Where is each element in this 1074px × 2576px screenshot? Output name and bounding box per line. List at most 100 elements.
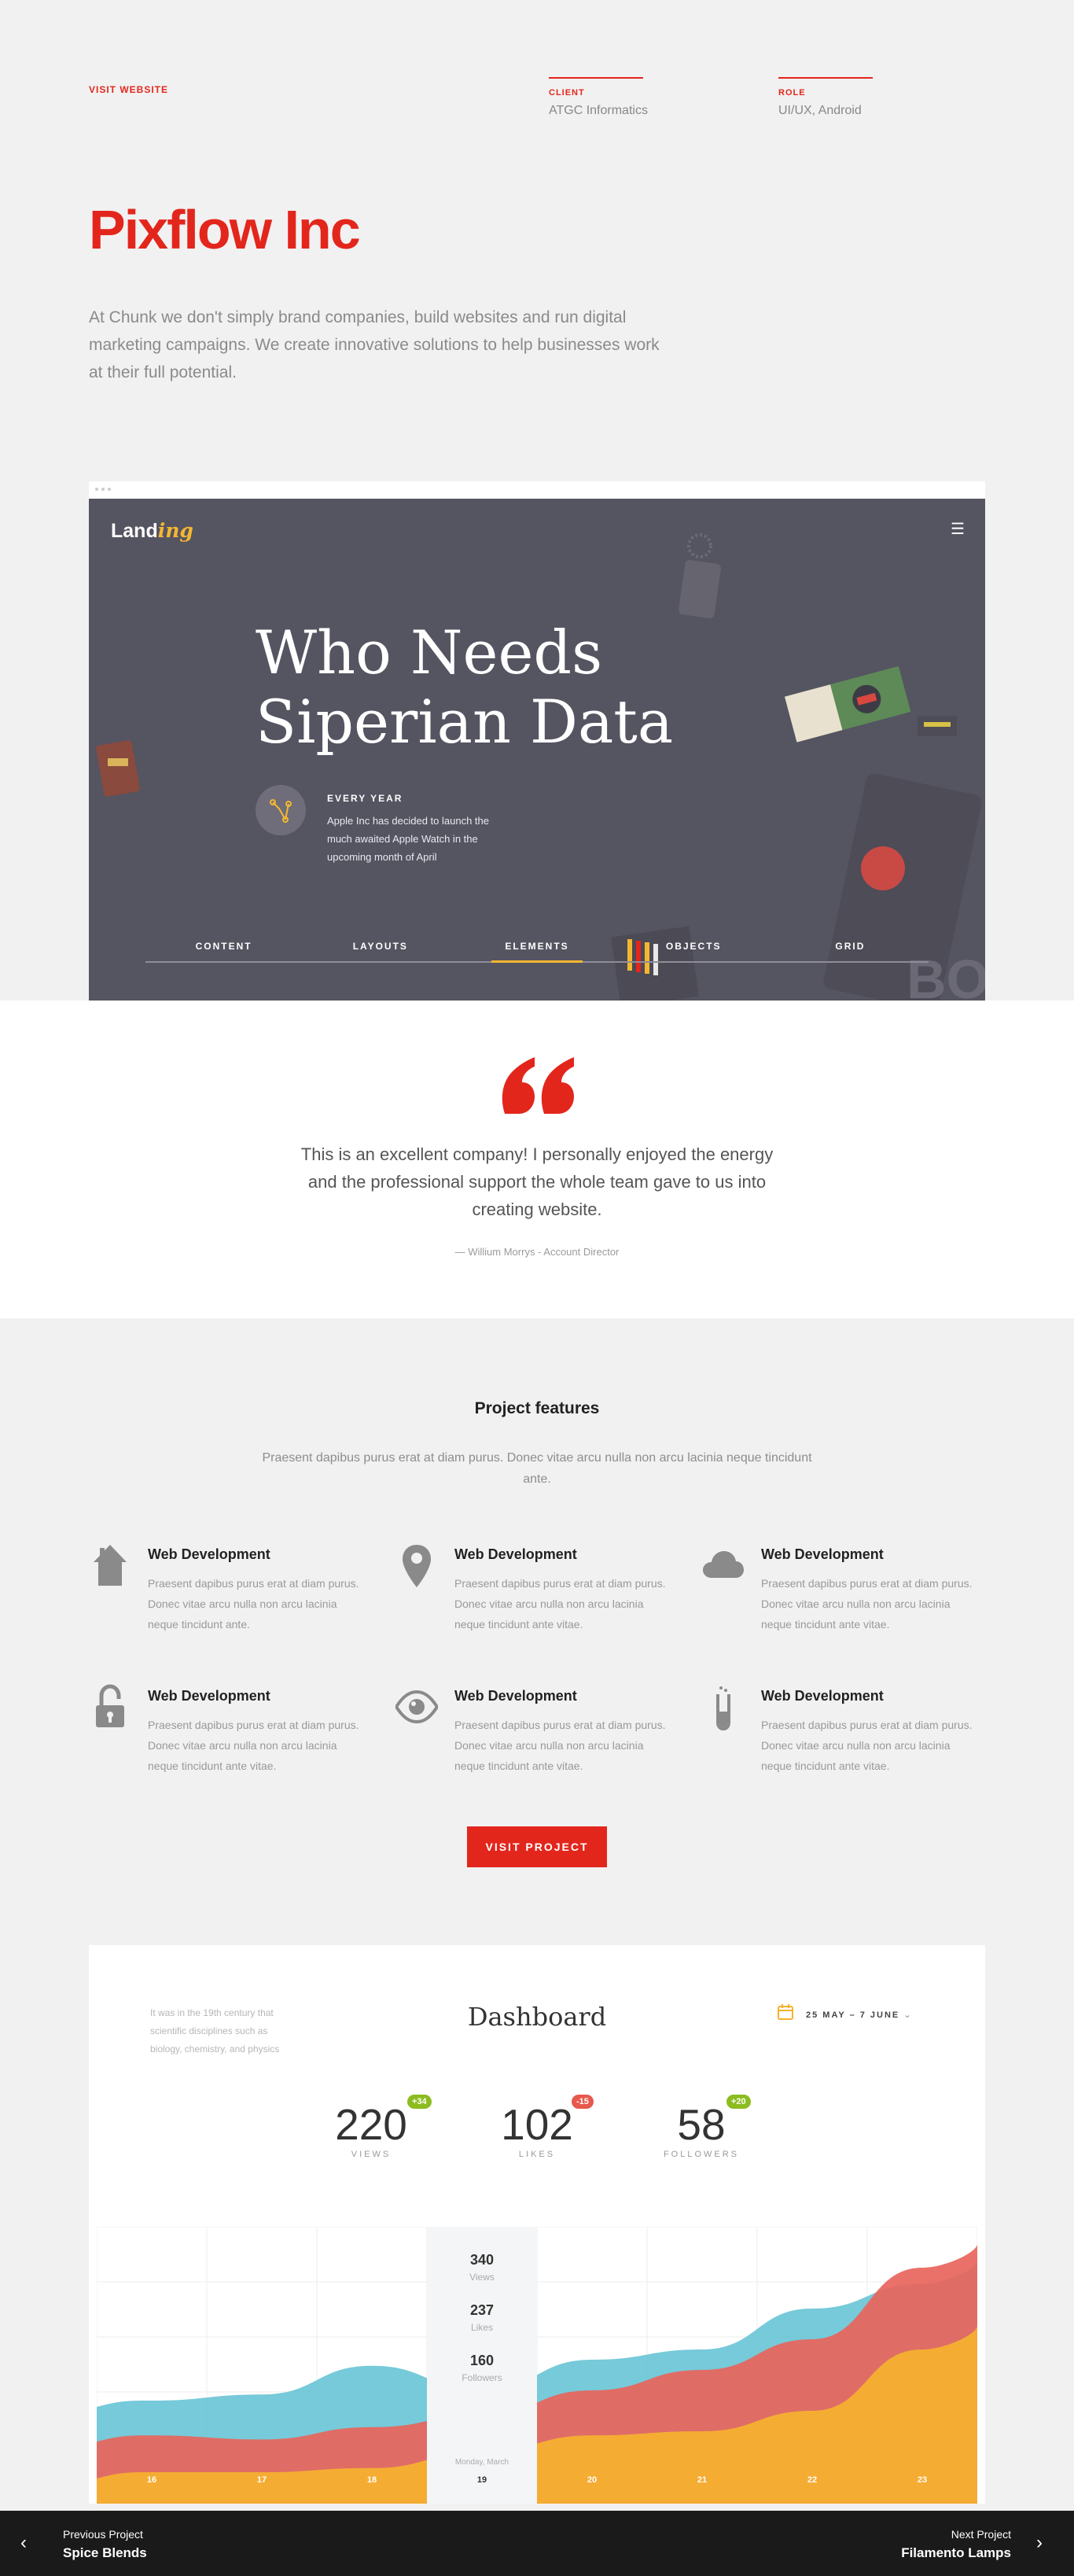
unlock-icon bbox=[96, 1684, 124, 1727]
x-tick-label: 16 bbox=[147, 2475, 156, 2485]
feature-item: Web Development Praesent dapibus purus e… bbox=[89, 1683, 359, 1786]
tab-elements[interactable]: ELEMENTS bbox=[458, 936, 615, 961]
tag-icon bbox=[679, 533, 721, 619]
stat-badge: +34 bbox=[407, 2095, 432, 2109]
feature-item: Web Development Praesent dapibus purus e… bbox=[395, 1683, 666, 1786]
logo-main: Land bbox=[111, 520, 158, 542]
quote-icon bbox=[502, 1057, 574, 1114]
prev-title: Spice Blends bbox=[63, 2545, 147, 2560]
feature-item: Web Development Praesent dapibus purus e… bbox=[395, 1542, 666, 1644]
tooltip-value: 160 bbox=[470, 2353, 494, 2368]
hamburger-icon[interactable]: ☰ bbox=[951, 519, 965, 539]
house-icon bbox=[94, 1545, 127, 1586]
tooltip-label: Views bbox=[469, 2272, 495, 2283]
website-preview: BO Landing ☰ Who Needs Siperian Data EVE… bbox=[89, 481, 985, 1001]
stat-label: VIEWS bbox=[351, 2150, 392, 2159]
feature-text: Praesent dapibus purus erat at diam puru… bbox=[761, 1719, 973, 1772]
info-title: EVERY YEAR bbox=[327, 793, 403, 804]
testimonial-section: This is an excellent company! I personal… bbox=[0, 1001, 1074, 1318]
stat-followers: 58 FOLLOWERS +20 bbox=[631, 2095, 772, 2159]
feature-text: Praesent dapibus purus erat at diam puru… bbox=[148, 1719, 359, 1772]
testimonial-quote: This is an excellent company! I personal… bbox=[300, 1144, 774, 1219]
ticket-icon bbox=[784, 665, 911, 743]
feature-item: Web Development Praesent dapibus purus e… bbox=[89, 1542, 359, 1644]
project-nav-footer: ‹ Previous Project Spice Blends Next Pro… bbox=[0, 2511, 1074, 2576]
x-tick-label: 22 bbox=[807, 2475, 817, 2485]
tab-content[interactable]: CONTENT bbox=[145, 936, 302, 961]
stat-badge: -15 bbox=[572, 2095, 594, 2109]
feature-text: Praesent dapibus purus erat at diam puru… bbox=[454, 1577, 666, 1631]
browser-dots bbox=[95, 488, 111, 491]
x-tick-label: 20 bbox=[587, 2475, 597, 2485]
tooltip-label: Followers bbox=[462, 2372, 502, 2383]
feature-title: Web Development bbox=[761, 1546, 884, 1562]
stat-label: LIKES bbox=[518, 2150, 556, 2159]
badge-icon bbox=[918, 716, 957, 736]
next-project-link[interactable]: Next Project Filamento Lamps bbox=[901, 2528, 1011, 2561]
features-description: Praesent dapibus purus erat at diam puru… bbox=[262, 1451, 812, 1486]
x-tick-label: 23 bbox=[918, 2475, 927, 2485]
map-pin-icon bbox=[403, 1545, 431, 1587]
prev-label: Previous Project bbox=[63, 2528, 143, 2541]
hero-section: BO Landing ☰ Who Needs Siperian Data EVE… bbox=[89, 499, 985, 1001]
logo-accent: ing bbox=[157, 519, 193, 542]
area-chart[interactable]: 340 Views 237 Likes 160 Followers Monday, Marc… bbox=[97, 2227, 977, 2504]
role-value: UI/UX, Android bbox=[778, 104, 862, 117]
calendar-icon[interactable] bbox=[777, 2003, 794, 2021]
visit-project-button[interactable]: VISIT PROJECT bbox=[467, 1826, 607, 1867]
feature-title: Web Development bbox=[761, 1688, 884, 1704]
page-title: Pixflow Inc bbox=[89, 199, 361, 260]
preview-tabs: CONTENT LAYOUTS ELEMENTS OBJECTS GRID bbox=[145, 936, 929, 963]
next-label: Next Project bbox=[951, 2528, 1011, 2541]
feature-item: Web Development Praesent dapibus purus e… bbox=[702, 1542, 973, 1644]
cloud-icon bbox=[703, 1551, 744, 1578]
date-range[interactable]: 25 MAY – 7 JUNE ⌄ bbox=[806, 2010, 913, 2020]
node-icon bbox=[256, 785, 306, 835]
previous-project-link[interactable]: Previous Project Spice Blends bbox=[63, 2528, 147, 2561]
next-title: Filamento Lamps bbox=[901, 2545, 1011, 2560]
tooltip-value: 340 bbox=[470, 2252, 494, 2268]
x-tick-label: 18 bbox=[367, 2475, 377, 2485]
role-rule bbox=[778, 77, 873, 79]
x-tick-label: 19 bbox=[477, 2475, 487, 2485]
chevron-right-icon[interactable]: › bbox=[1036, 2534, 1054, 2552]
stat-badge: +20 bbox=[726, 2095, 751, 2109]
sharpener-icon bbox=[96, 740, 140, 797]
tooltip-label: Likes bbox=[471, 2322, 493, 2333]
stat-label: FOLLOWERS bbox=[663, 2150, 740, 2159]
stat-likes: 102 LIKES -15 bbox=[466, 2095, 608, 2159]
feature-text: Praesent dapibus purus erat at diam puru… bbox=[148, 1577, 359, 1631]
role-label: ROLE bbox=[778, 88, 806, 98]
tooltip-value: 237 bbox=[470, 2302, 494, 2318]
testimonial-author: — Willium Morrys - Account Director bbox=[454, 1246, 620, 1258]
client-value: ATGC Informatics bbox=[549, 104, 648, 117]
stat-value: 58 bbox=[677, 2100, 726, 2149]
stat-views: 220 VIEWS +34 bbox=[300, 2095, 442, 2159]
info-text: Apple Inc has decided to launch the much… bbox=[327, 815, 489, 863]
tab-layouts[interactable]: LAYOUTS bbox=[302, 936, 458, 961]
hero-headline: Who Needs Siperian Data bbox=[256, 617, 674, 757]
feature-text: Praesent dapibus purus erat at diam puru… bbox=[761, 1577, 973, 1631]
feature-text: Praesent dapibus purus erat at diam puru… bbox=[454, 1719, 666, 1772]
client-rule bbox=[549, 77, 643, 79]
eye-icon bbox=[395, 1690, 438, 1724]
x-tick-label: 17 bbox=[257, 2475, 267, 2485]
intro-text: At Chunk we don't simply brand companies… bbox=[89, 308, 660, 381]
tab-grid[interactable]: GRID bbox=[772, 936, 929, 961]
landing-logo[interactable]: Landing bbox=[111, 519, 193, 543]
client-label: CLIENT bbox=[549, 88, 585, 98]
visit-website-link[interactable]: VISIT WEBSITE bbox=[89, 84, 168, 95]
features-title: Project features bbox=[474, 1399, 600, 1417]
date-range-label: 25 MAY – 7 JUNE bbox=[806, 2010, 900, 2020]
feature-title: Web Development bbox=[454, 1546, 577, 1562]
tab-objects[interactable]: OBJECTS bbox=[616, 936, 772, 961]
x-tick-label: 21 bbox=[697, 2475, 707, 2485]
feature-title: Web Development bbox=[148, 1688, 270, 1704]
tooltip-date: Monday, March bbox=[455, 2458, 509, 2467]
feature-title: Web Development bbox=[148, 1546, 270, 1562]
chevron-down-icon: ⌄ bbox=[903, 2010, 913, 2020]
chevron-left-icon[interactable]: ‹ bbox=[20, 2534, 38, 2552]
dashboard-preview: It was in the 19th century that scientif… bbox=[89, 1945, 985, 2504]
client-meta: CLIENT ATGC Informatics bbox=[549, 77, 730, 118]
feature-title: Web Development bbox=[454, 1688, 577, 1704]
